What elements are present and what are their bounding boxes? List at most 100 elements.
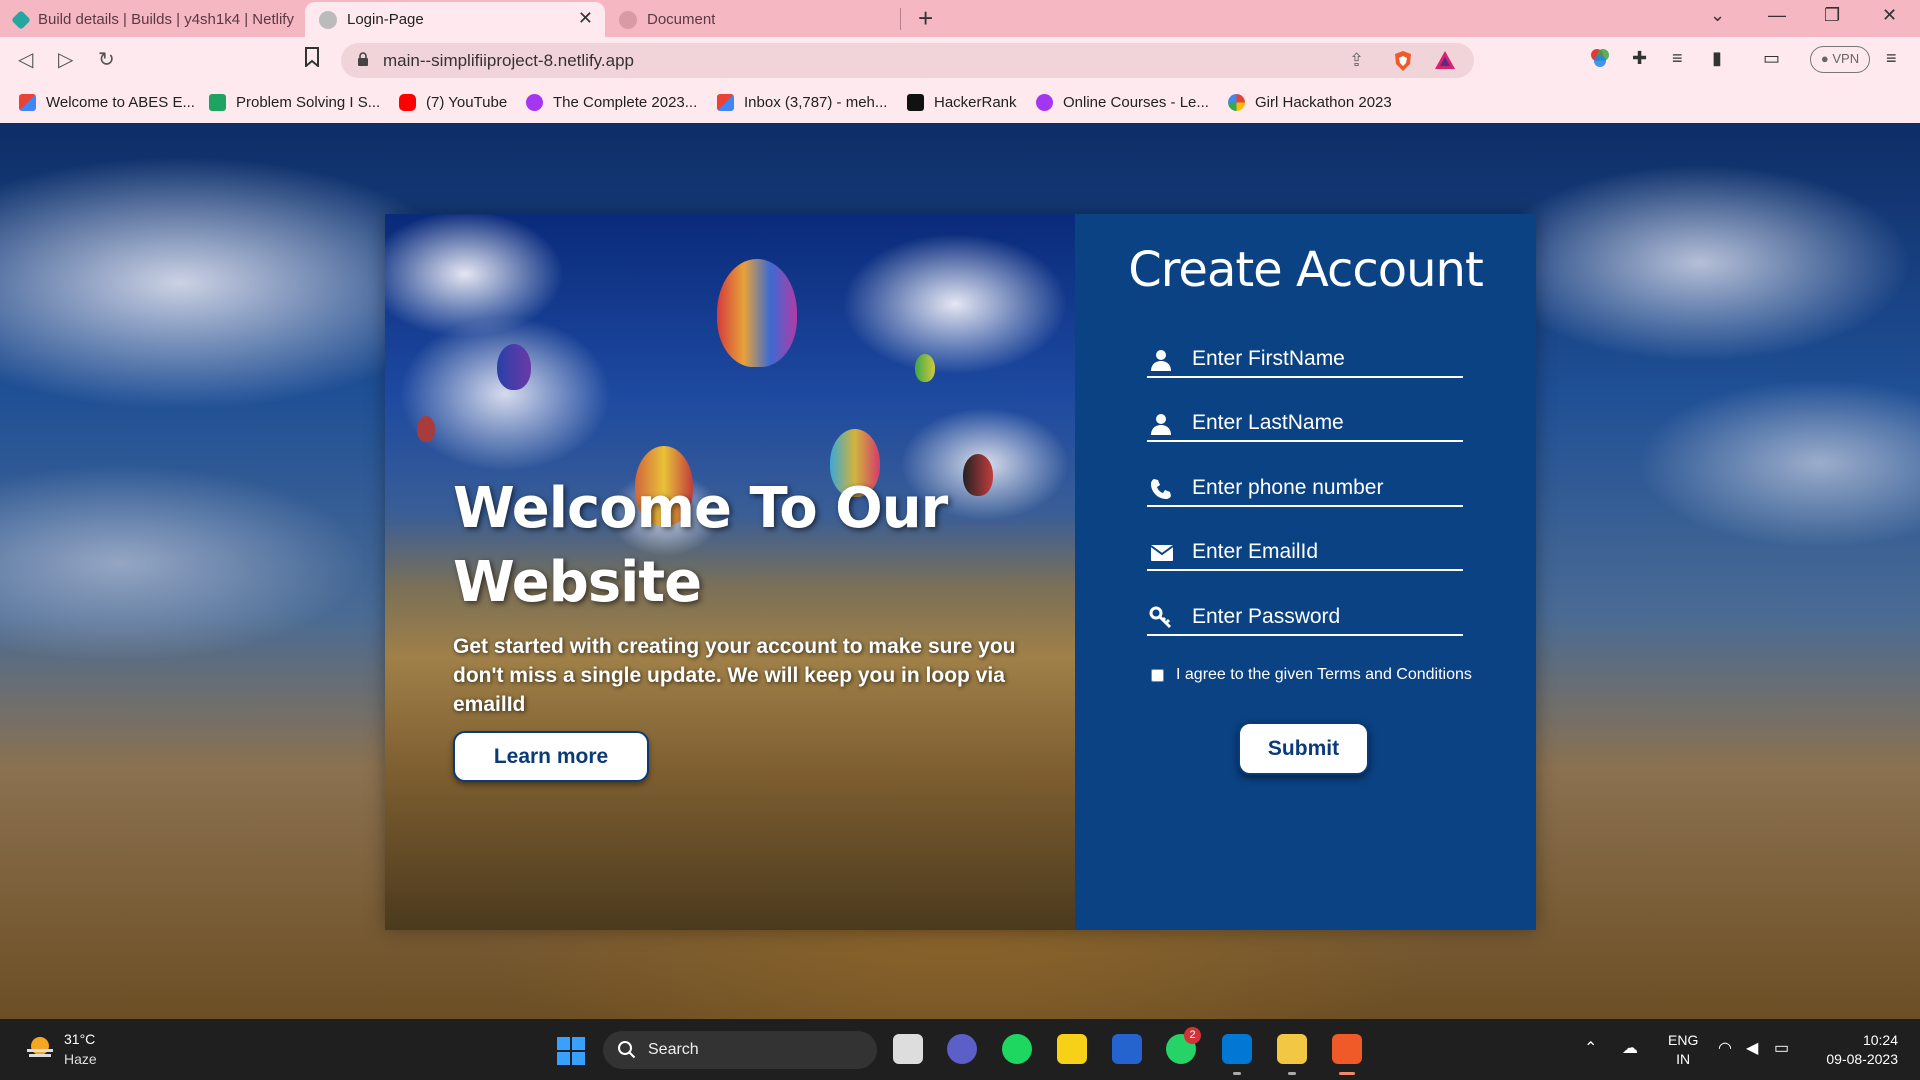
submit-button[interactable]: Submit — [1238, 722, 1369, 775]
brave-browser-icon[interactable] — [1332, 1034, 1362, 1064]
taskbar-search[interactable]: Search — [603, 1031, 877, 1069]
bookmark-complete-2023[interactable]: The Complete 2023... — [526, 94, 697, 111]
bookmark-girl-hackathon[interactable]: Girl Hackathon 2023 — [1228, 94, 1392, 111]
phone-icon — [1151, 479, 1171, 499]
bookmark-label: Girl Hackathon 2023 — [1255, 94, 1392, 111]
bookmarks-bar: Welcome to ABES E... Problem Solving I S… — [0, 85, 1920, 123]
active-indicator — [1339, 1072, 1355, 1075]
password-placeholder: Enter Password — [1192, 605, 1341, 628]
windows-start-icon[interactable] — [556, 1036, 586, 1066]
password-field[interactable]: Enter Password — [1147, 600, 1463, 636]
wifi-icon[interactable]: ◠ — [1718, 1038, 1732, 1058]
tab-document[interactable]: Document — [605, 2, 900, 37]
brave-rewards-icon[interactable] — [1434, 50, 1456, 75]
language-indicator[interactable]: ENG IN — [1668, 1031, 1698, 1069]
wallet-icon[interactable]: ▭ — [1763, 48, 1780, 69]
lastname-placeholder: Enter LastName — [1192, 411, 1344, 434]
tab-search-chevron-icon[interactable]: ⌄ — [1710, 5, 1725, 26]
clock[interactable]: 10:24 09-08-2023 — [1818, 1031, 1898, 1069]
bookmark-label: Online Courses - Le... — [1063, 94, 1209, 111]
bookmark-inbox[interactable]: Inbox (3,787) - meh... — [717, 94, 887, 111]
close-tab-icon[interactable]: ✕ — [578, 8, 593, 29]
terms-label: I agree to the given Terms and Condition… — [1176, 666, 1472, 683]
globe-icon — [319, 10, 337, 29]
sidebar-icon[interactable]: ▮ — [1712, 48, 1722, 69]
playlist-icon[interactable]: ≡ — [1672, 48, 1683, 69]
spotify-icon[interactable] — [1002, 1034, 1032, 1064]
bookmark-hackerrank[interactable]: HackerRank — [907, 94, 1017, 111]
hero-description: Get started with creating your account t… — [453, 635, 1016, 716]
bookmark-youtube[interactable]: (7) YouTube — [399, 94, 507, 111]
file-explorer-icon[interactable] — [1277, 1034, 1307, 1064]
balloon-image — [915, 354, 935, 382]
todo-icon[interactable] — [1112, 1034, 1142, 1064]
forward-icon[interactable]: ▷ — [58, 47, 73, 72]
clock-time: 10:24 — [1862, 1032, 1898, 1048]
hero-title: Welcome To Our Website — [453, 476, 948, 615]
vscode-icon[interactable] — [1222, 1034, 1252, 1064]
onedrive-icon[interactable]: ☁ — [1622, 1038, 1638, 1058]
bookmark-problem-solving[interactable]: Problem Solving I S... — [209, 94, 380, 111]
whatsapp-badge: 2 — [1184, 1027, 1201, 1044]
menu-icon[interactable]: ≡ — [1886, 48, 1897, 69]
firstname-field[interactable]: Enter FirstName — [1147, 342, 1463, 378]
netlify-icon — [11, 9, 31, 30]
tab-bar: Build details | Builds | y4sh1k4 | Netli… — [0, 0, 1920, 37]
search-label: Search — [648, 1041, 699, 1058]
create-account-form: Create Account Enter FirstName Enter Las… — [1075, 214, 1536, 930]
task-view-icon[interactable] — [893, 1034, 923, 1064]
phone-placeholder: Enter phone number — [1192, 476, 1384, 499]
tab-label: Build details | Builds | y4sh1k4 | Netli… — [38, 11, 294, 28]
reload-icon[interactable]: ↻ — [98, 47, 115, 72]
terms-checkbox[interactable] — [1151, 668, 1164, 682]
bookmark-abes[interactable]: Welcome to ABES E... — [19, 94, 195, 111]
plus-icon — [209, 94, 226, 111]
lang-line1: ENG — [1668, 1032, 1699, 1048]
learn-more-button[interactable]: Learn more — [453, 731, 649, 782]
email-field[interactable]: Enter EmailId — [1147, 535, 1463, 571]
tray-chevron-icon[interactable]: ⌃ — [1584, 1038, 1597, 1058]
bookmark-label: Problem Solving I S... — [236, 94, 381, 111]
bookmark-label: Inbox (3,787) - meh... — [744, 94, 888, 111]
balloon-image — [497, 344, 531, 390]
restore-icon[interactable]: ❐ — [1824, 5, 1840, 26]
bookmark-icon[interactable] — [304, 47, 320, 73]
extensions-puzzle-icon[interactable]: ✚ — [1632, 48, 1647, 69]
tab-login-page[interactable]: Login-Page ✕ — [305, 2, 605, 37]
haze-weather-icon[interactable] — [25, 1035, 55, 1061]
share-icon[interactable]: ⇪ — [1349, 50, 1364, 71]
weather-temperature: 31°C — [64, 1031, 96, 1047]
balloon-image — [417, 416, 435, 442]
clock-date: 09-08-2023 — [1826, 1051, 1898, 1067]
color-extension-icon[interactable] — [1590, 48, 1610, 73]
bookmark-label: (7) YouTube — [426, 94, 508, 111]
close-window-icon[interactable]: ✕ — [1882, 5, 1897, 26]
teams-chat-icon[interactable] — [947, 1034, 977, 1064]
tab-netlify-build[interactable]: Build details | Builds | y4sh1k4 | Netli… — [0, 2, 305, 37]
address-bar[interactable]: main--simplifiiproject-8.netlify.app ⇪ — [341, 43, 1474, 78]
balloon-image — [717, 259, 797, 367]
gmail-icon — [717, 94, 734, 111]
globe-icon — [619, 10, 637, 29]
sticky-notes-icon[interactable] — [1057, 1034, 1087, 1064]
bookmark-online-courses[interactable]: Online Courses - Le... — [1036, 94, 1209, 111]
lastname-field[interactable]: Enter LastName — [1147, 406, 1463, 442]
running-indicator — [1233, 1072, 1241, 1075]
weather-condition: Haze — [64, 1051, 97, 1067]
minimize-icon[interactable]: — — [1768, 5, 1786, 26]
user-icon — [1151, 350, 1171, 371]
signup-card: Welcome To Our Website Get started with … — [385, 214, 1536, 930]
lang-line2: IN — [1676, 1051, 1691, 1067]
phone-field[interactable]: Enter phone number — [1147, 471, 1463, 507]
browser-toolbar: ◁ ▷ ↻ main--simplifiiproject-8.netlify.a… — [0, 37, 1920, 85]
back-icon[interactable]: ◁ — [18, 47, 33, 72]
battery-icon[interactable]: ▭ — [1774, 1038, 1789, 1058]
new-tab-icon[interactable]: + — [918, 3, 933, 34]
firstname-placeholder: Enter FirstName — [1192, 347, 1345, 370]
brave-shield-icon[interactable] — [1393, 50, 1413, 77]
tab-label: Login-Page — [347, 11, 424, 28]
page-background: Welcome To Our Website Get started with … — [0, 123, 1920, 1019]
vpn-button[interactable]: ● VPN — [1810, 46, 1870, 73]
volume-icon[interactable]: ◀ — [1746, 1038, 1758, 1058]
user-icon — [1151, 414, 1171, 435]
